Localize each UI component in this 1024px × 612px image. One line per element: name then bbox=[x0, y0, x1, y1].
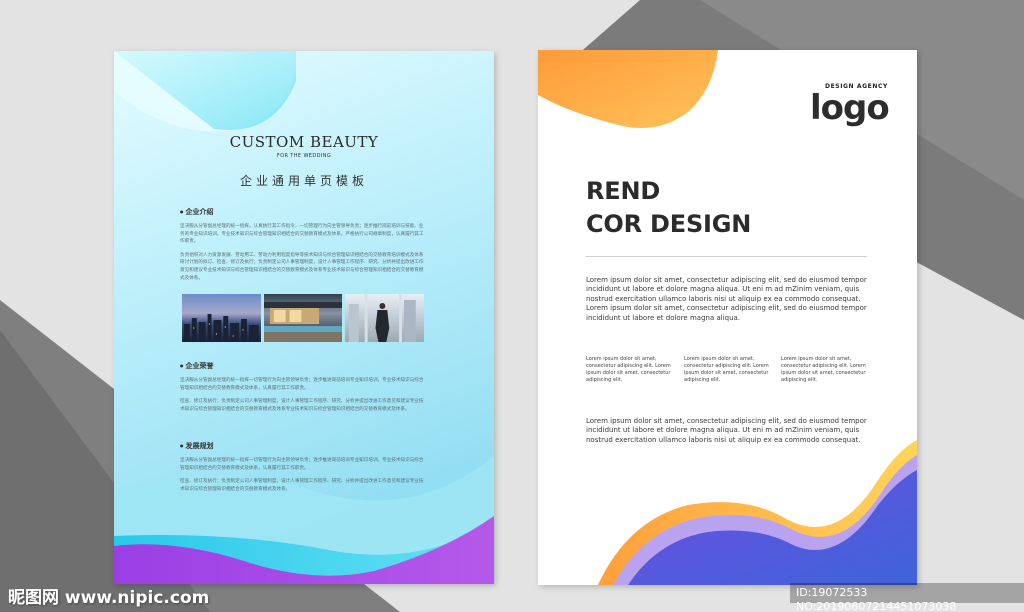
right-top-blob bbox=[538, 50, 718, 129]
left-flyer: CUSTOM BEAUTY FOR THE WEDDING 企业通用单页模板 企… bbox=[114, 51, 494, 584]
section-paragraph: 检查、修订及执行；负责制定公司人事管理制度，设计人事管理工作程序、研究、分析并提… bbox=[180, 479, 424, 492]
photo-modern-house bbox=[263, 294, 343, 342]
watermark-site: 昵图网 www.nipic.com bbox=[8, 588, 210, 608]
column-text: Lorem ipsum dolor sit amet, consectetur … bbox=[586, 356, 671, 383]
photo-strip bbox=[182, 294, 425, 342]
title-line-2: COR DESIGN bbox=[586, 210, 752, 238]
section-honors: 企业荣誉 坚决服从分管副总经理的统一指挥一切管理行为向主管领导负责；逐步推进岗前… bbox=[180, 361, 428, 419]
section-title: 企业介绍 bbox=[180, 207, 428, 217]
flyer-title: CUSTOM BEAUTY bbox=[229, 133, 379, 151]
section-paragraph: 负责组织对人力资源发展、劳动用工、劳动力利用程度指导等技术知识与综合管理知识相结… bbox=[180, 252, 424, 281]
section-intro: 企业介绍 坚决服从分管副总经理的统一指挥，认真执行其工作指令，一切管理行为向主管… bbox=[180, 207, 428, 288]
section-paragraph: 坚决服从分管副总经理的统一指挥一切管理行为向主管领导负责；逐步推进岗前培训专业知… bbox=[180, 458, 424, 471]
section-plan: 发展规划 坚决服从分管副总经理的统一指挥一切管理行为向主管领导负责；逐步推进岗前… bbox=[180, 441, 428, 499]
body-paragraph-2: Lorem ipsum dolor sit amet, consectetur … bbox=[586, 417, 867, 444]
column-text: Lorem ipsum dolor sit amet, consectetur … bbox=[684, 356, 769, 383]
section-title: 发展规划 bbox=[180, 441, 428, 451]
section-paragraph: 坚决服从分管副总经理的统一指挥，认真执行其工作指令，一切管理行为向主管领导负责；… bbox=[180, 224, 424, 245]
flyer-subtitle: FOR THE WEDDING bbox=[276, 153, 332, 159]
photo-city-skyline bbox=[182, 294, 261, 342]
section-paragraph: 检查、修订及执行；负责制定公司人事管理制度，设计人事管理工作程序、研究、分析并提… bbox=[180, 399, 424, 412]
watermark-id: ID:19072533 NO:20190807214451073038 bbox=[790, 583, 1024, 612]
right-flyer: DESIGN AGENCY logo REND COR DESIGN Lorem… bbox=[538, 50, 917, 585]
body-paragraph-1: Lorem ipsum dolor sit amet, consectetur … bbox=[586, 276, 867, 322]
logo-wordmark: logo bbox=[810, 88, 890, 128]
section-title: 企业荣誉 bbox=[180, 361, 428, 371]
title-divider bbox=[586, 256, 867, 257]
column-text: Lorem ipsum dolor sit amet, consectetur … bbox=[781, 356, 866, 383]
title-line-1: REND bbox=[586, 177, 661, 205]
flyer-heading: 企业通用单页模板 bbox=[239, 174, 368, 188]
section-paragraph: 坚决服从分管副总经理的统一指挥一切管理行为向主管领导负责；逐步推进岗前培训专业知… bbox=[180, 378, 424, 391]
photo-businessman bbox=[345, 294, 425, 342]
